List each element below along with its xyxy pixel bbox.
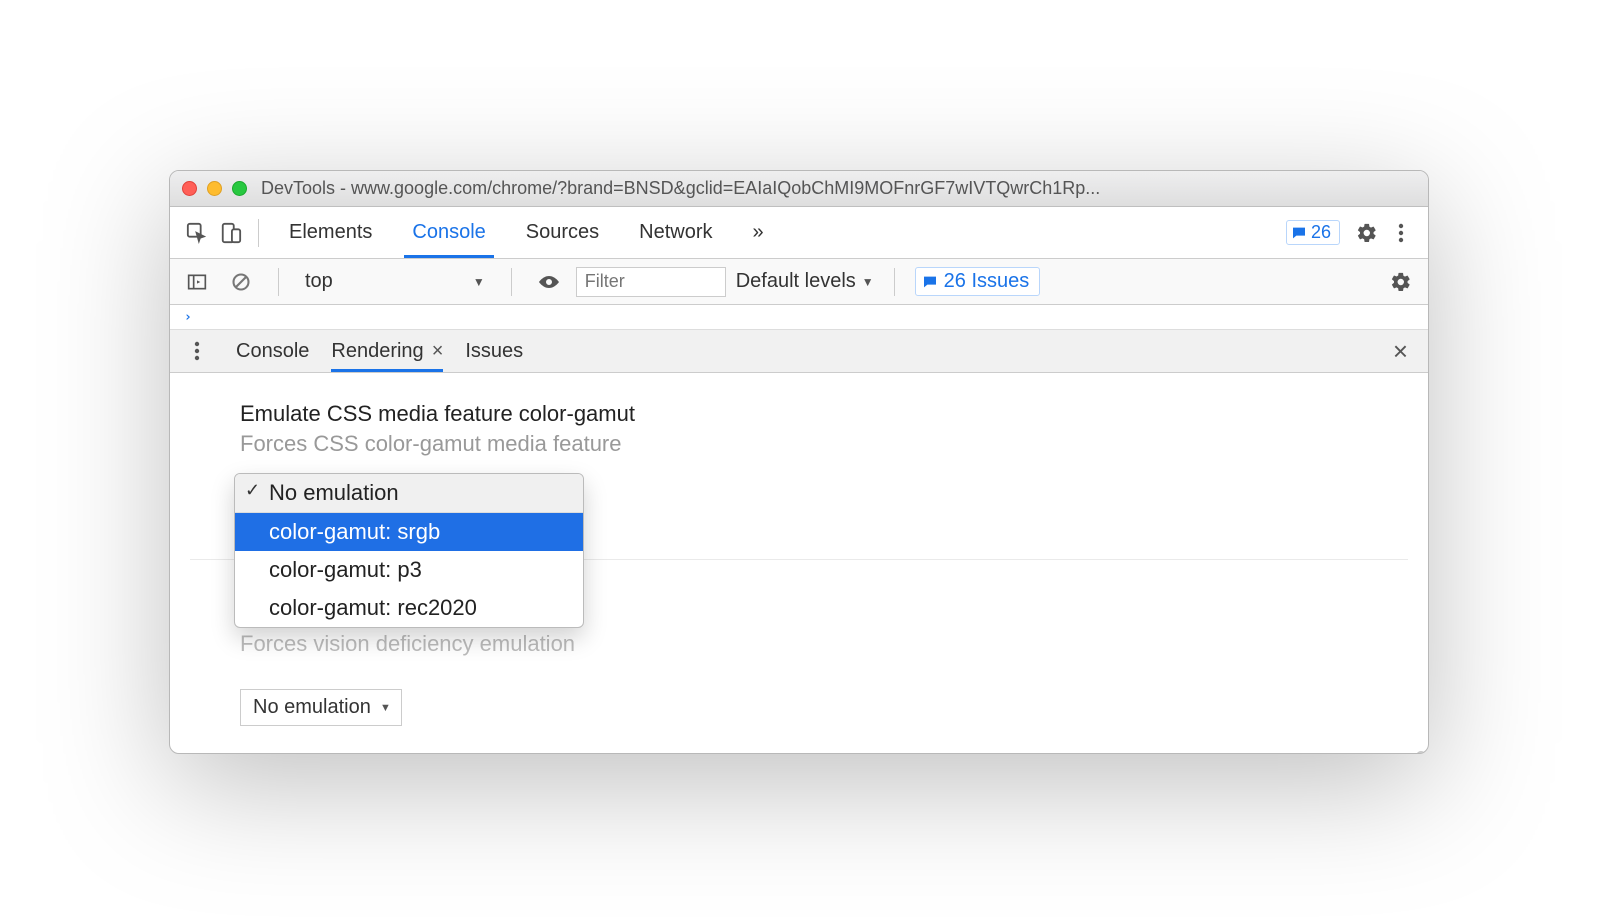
- chevrons-icon: »: [753, 221, 764, 244]
- tab-label: Sources: [526, 221, 599, 244]
- option-label: No emulation: [269, 480, 399, 505]
- tab-sources[interactable]: Sources: [506, 207, 619, 258]
- divider: [511, 268, 512, 296]
- option-label: color-gamut: p3: [269, 557, 422, 582]
- drawer-tab-console[interactable]: Console: [236, 330, 309, 372]
- titlebar: DevTools - www.google.com/chrome/?brand=…: [170, 171, 1428, 207]
- console-toolbar: top Default levels ▼ 26 Issues: [170, 259, 1428, 305]
- clear-console-icon[interactable]: [224, 265, 258, 299]
- chevron-down-icon: ▼: [862, 275, 874, 289]
- option-label: color-gamut: rec2020: [269, 595, 477, 620]
- tab-console[interactable]: Console: [392, 207, 505, 258]
- issues-label: 26 Issues: [944, 270, 1030, 293]
- tab-label: Issues: [465, 340, 523, 363]
- tabs-overflow-button[interactable]: »: [733, 207, 784, 258]
- section-subtitle: Forces CSS color-gamut media feature: [240, 431, 1368, 457]
- issues-count: 26: [1311, 222, 1331, 243]
- message-icon: [922, 274, 938, 290]
- color-gamut-dropdown: No emulation color-gamut: srgb color-gam…: [234, 473, 584, 628]
- tab-label: Network: [639, 221, 712, 244]
- divider: [258, 219, 259, 247]
- close-tab-icon[interactable]: ×: [432, 340, 444, 363]
- issues-pill[interactable]: 26 Issues: [915, 267, 1041, 296]
- console-settings-gear-icon[interactable]: [1384, 265, 1418, 299]
- tab-label: Elements: [289, 221, 372, 244]
- message-icon: [1291, 225, 1307, 241]
- close-window-button[interactable]: [182, 181, 197, 196]
- drawer-tab-issues[interactable]: Issues: [465, 330, 523, 372]
- context-selector[interactable]: top: [299, 268, 491, 295]
- tab-network[interactable]: Network: [619, 207, 732, 258]
- show-sidebar-icon[interactable]: [180, 265, 214, 299]
- drawer-more-icon[interactable]: [180, 334, 214, 368]
- dropdown-option-srgb[interactable]: color-gamut: srgb: [235, 513, 583, 551]
- tab-label: Rendering: [331, 340, 423, 363]
- section-subtitle-partial: Forces vision deficiency emulation: [240, 631, 575, 657]
- option-label: color-gamut: srgb: [269, 519, 440, 544]
- more-menu-icon[interactable]: [1384, 216, 1418, 250]
- section-title: Emulate CSS media feature color-gamut: [240, 401, 1368, 427]
- device-toggle-icon[interactable]: [214, 216, 248, 250]
- levels-label: Default levels: [736, 270, 856, 293]
- issues-count-badge[interactable]: 26: [1286, 220, 1340, 245]
- inspect-element-icon[interactable]: [180, 216, 214, 250]
- settings-gear-icon[interactable]: [1350, 216, 1384, 250]
- context-label: top: [305, 270, 333, 293]
- traffic-lights: [182, 181, 247, 196]
- zoom-window-button[interactable]: [232, 181, 247, 196]
- tab-label: Console: [236, 340, 309, 363]
- divider: [278, 268, 279, 296]
- minimize-window-button[interactable]: [207, 181, 222, 196]
- drawer-toolbar: Console Rendering × Issues ×: [170, 329, 1428, 373]
- divider: [894, 268, 895, 296]
- dropdown-option-selected[interactable]: No emulation: [235, 474, 583, 513]
- live-expression-eye-icon[interactable]: [532, 265, 566, 299]
- dropdown-option-rec2020[interactable]: color-gamut: rec2020: [235, 589, 583, 627]
- chevron-right-icon: ›: [184, 310, 192, 325]
- main-toolbar: Elements Console Sources Network » 26: [170, 207, 1428, 259]
- drawer-tab-rendering[interactable]: Rendering ×: [331, 330, 443, 372]
- filter-input[interactable]: [576, 267, 726, 297]
- window-title: DevTools - www.google.com/chrome/?brand=…: [261, 178, 1416, 199]
- select-value: No emulation: [253, 696, 371, 718]
- vision-deficiency-select[interactable]: No emulation: [240, 689, 402, 726]
- rendering-pane: Emulate CSS media feature color-gamut Fo…: [170, 373, 1428, 753]
- scrollbar-thumb[interactable]: [1416, 751, 1426, 754]
- dropdown-option-p3[interactable]: color-gamut: p3: [235, 551, 583, 589]
- devtools-window: DevTools - www.google.com/chrome/?brand=…: [169, 170, 1429, 754]
- log-levels-selector[interactable]: Default levels ▼: [736, 270, 874, 293]
- tab-label: Console: [412, 221, 485, 244]
- tab-elements[interactable]: Elements: [269, 207, 392, 258]
- console-prompt[interactable]: ›: [170, 305, 1428, 329]
- close-drawer-button[interactable]: ×: [1383, 332, 1418, 371]
